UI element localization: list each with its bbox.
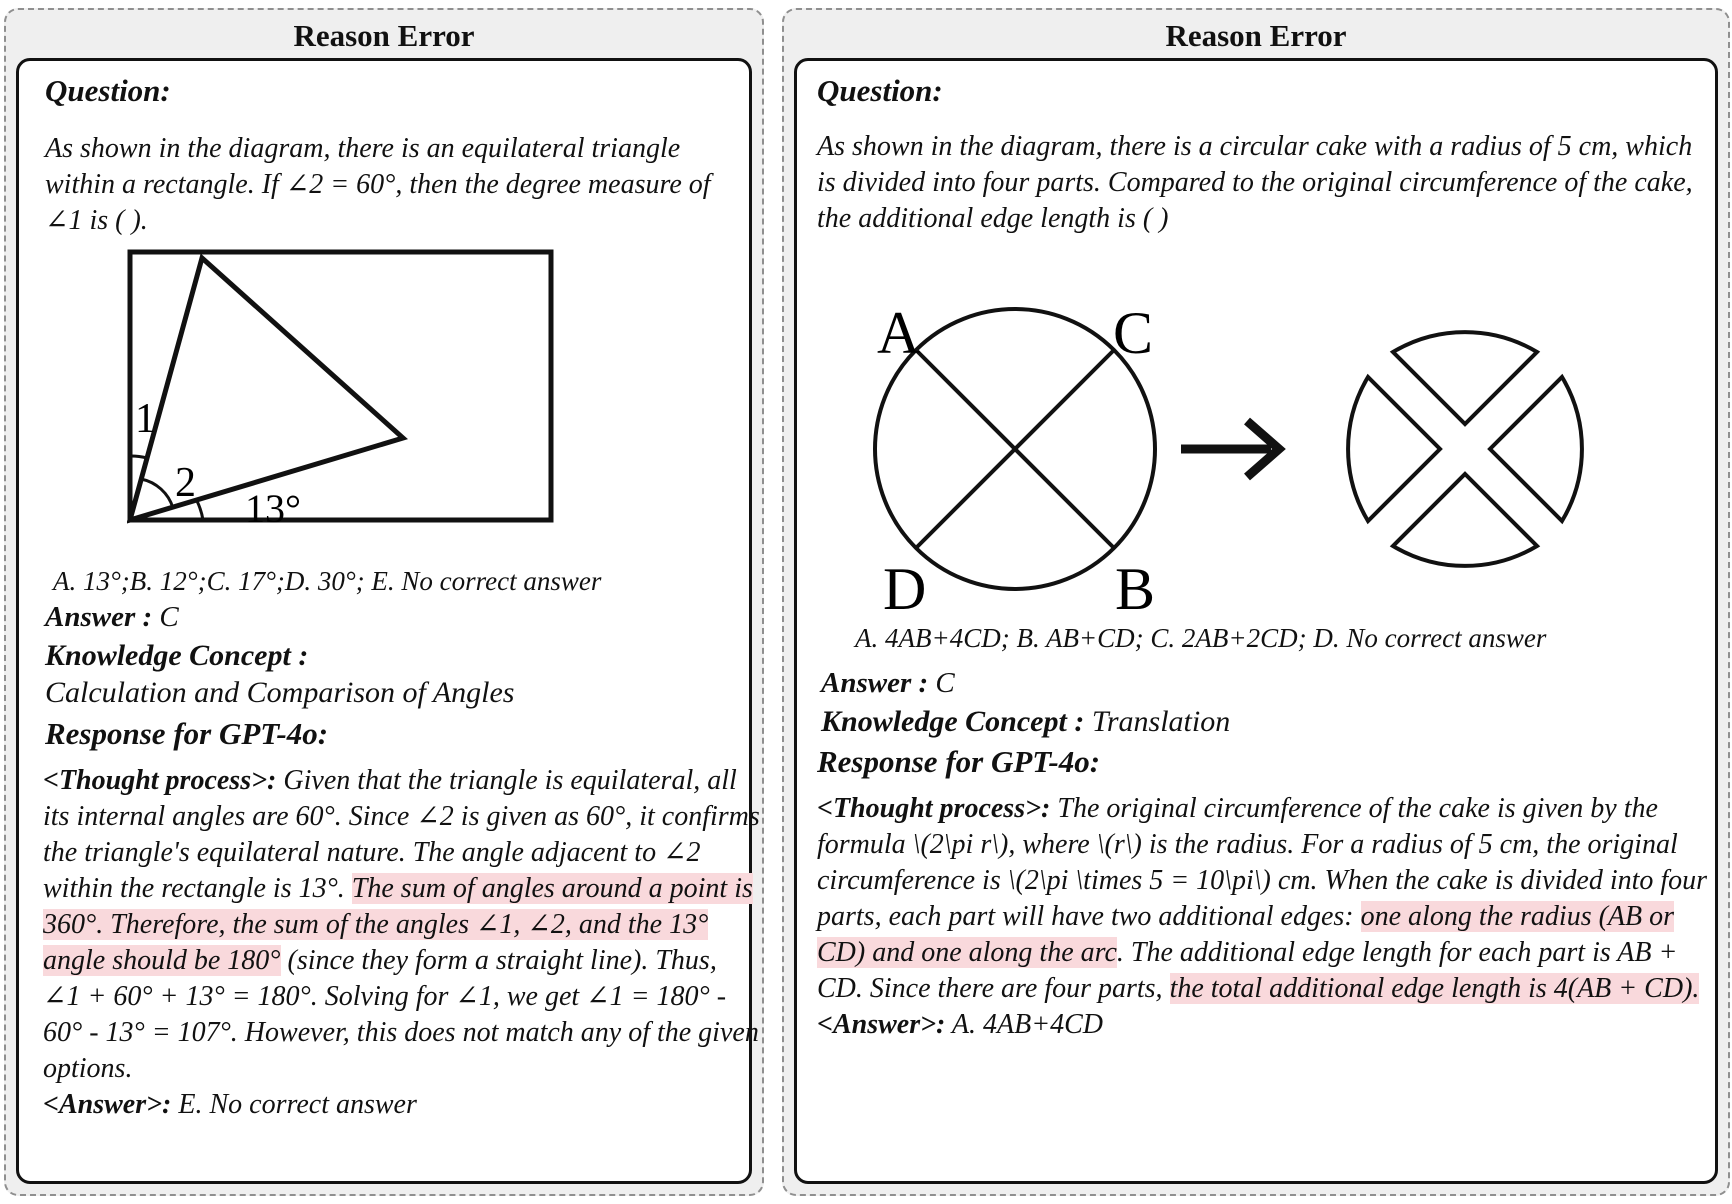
label-c: C: [1113, 300, 1153, 366]
right-panel-title: Reason Error: [1165, 18, 1347, 53]
piece-left: [1346, 373, 1443, 525]
right-kc: Knowledge Concept : Translation: [821, 705, 1230, 739]
left-kc-value: Calculation and Comparison of Angles: [45, 676, 515, 709]
right-answer-value: C: [928, 667, 955, 699]
left-card: Question: As shown in the diagram, there…: [16, 58, 760, 1184]
separated-pieces: [1346, 330, 1584, 568]
label-a: A: [877, 300, 920, 366]
piece-bottom: [1389, 471, 1541, 568]
left-response-label: Response for GPT-4o:: [45, 716, 329, 751]
right-question-label: Question:: [817, 73, 943, 108]
right-kc-value: Translation: [1084, 705, 1231, 738]
left-panel-title: Reason Error: [293, 18, 475, 53]
right-response-text: <Thought process>: The original circumfe…: [817, 791, 1717, 1043]
right-options: A. 4AB+4CD; B. AB+CD; C. 2AB+2CD; D. No …: [855, 623, 1547, 653]
piece-right: [1487, 373, 1584, 525]
right-answer-text: A. 4AB+4CD: [945, 1009, 1103, 1040]
left-answer-text: E. No correct answer: [171, 1089, 417, 1120]
piece-top: [1389, 330, 1541, 427]
left-question-text: As shown in the diagram, there is an equ…: [45, 133, 711, 236]
left-panel: Reason Error Question: As shown in the d…: [4, 8, 764, 1196]
left-kc-label: Knowledge Concept :: [45, 639, 309, 672]
right-response-label: Response for GPT-4o:: [817, 744, 1101, 779]
label-d: D: [883, 556, 926, 609]
right-question-text: As shown in the diagram, there is a circ…: [817, 131, 1693, 234]
label-b: B: [1115, 556, 1155, 609]
triangle-rectangle-diagram: 1 2 13°: [127, 249, 554, 531]
angle2-arc: [140, 477, 175, 509]
left-answer: Answer : C: [45, 601, 179, 634]
left-question-label: Question:: [45, 73, 171, 108]
right-panel: Reason Error Question: As shown in the d…: [782, 8, 1730, 1196]
right-kc-label: Knowledge Concept :: [821, 705, 1085, 738]
right-thought-highlight-2: the total additional edge length is 4(AB…: [1169, 973, 1700, 1004]
right-thought-tag: <Thought process>:: [817, 793, 1051, 824]
right-answer: Answer : C: [821, 667, 955, 700]
left-answer-value: C: [152, 601, 179, 633]
cake-division-diagram: A C D B: [873, 300, 1584, 609]
angle1-label: 1: [135, 396, 156, 442]
right-answer-label: Answer :: [821, 667, 929, 699]
angle2-label: 2: [175, 460, 196, 506]
right-card: Question: As shown in the diagram, there…: [794, 58, 1718, 1184]
left-thought-tag: <Thought process>:: [43, 765, 277, 796]
angle13-label: 13°: [245, 486, 301, 531]
left-answer-label: Answer :: [45, 601, 153, 633]
triangle-shape: [127, 253, 408, 524]
left-options: A. 13°;B. 12°;C. 17°;D. 30°; E. No corre…: [53, 566, 602, 596]
left-response-text: <Thought process>: Given that the triang…: [43, 763, 761, 1123]
left-answer-tag: <Answer>:: [43, 1089, 172, 1120]
angle1-arc: [129, 454, 148, 460]
angle13-arc: [195, 500, 205, 521]
right-answer-tag: <Answer>:: [817, 1009, 946, 1040]
